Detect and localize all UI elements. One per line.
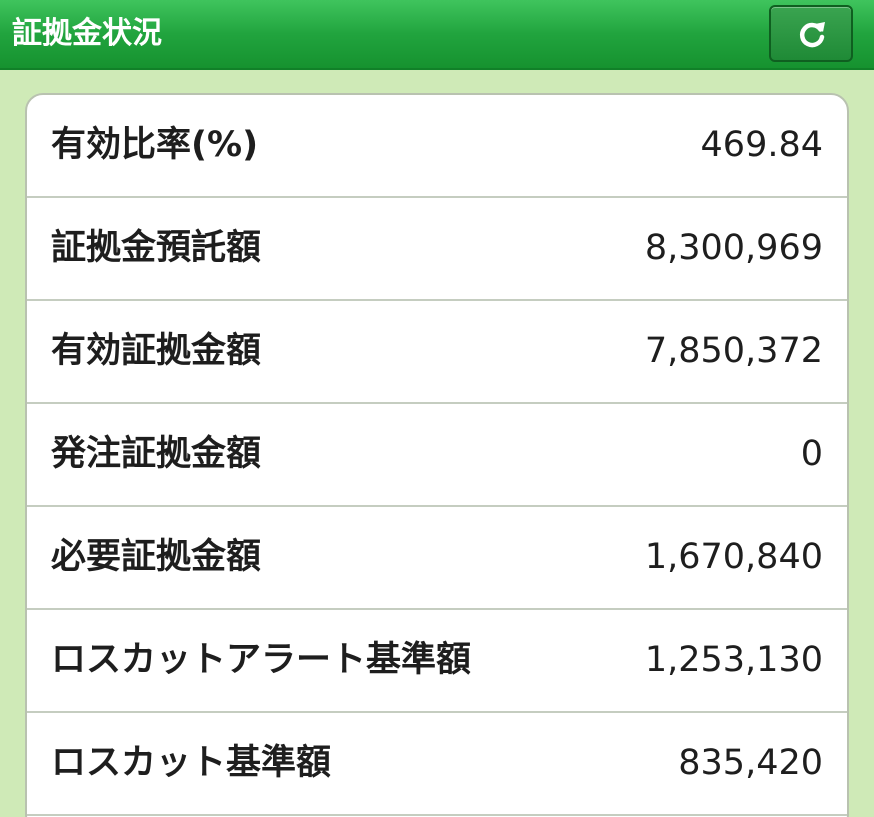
row-label: ロスカット基準額 <box>51 743 332 783</box>
row-label: 有効証拠金額 <box>51 331 262 371</box>
refresh-icon <box>799 22 825 48</box>
header-bar: 証拠金状況 <box>0 0 874 70</box>
page-title: 証拠金状況 <box>12 16 162 51</box>
row-value: 469.84 <box>700 125 823 165</box>
row-value: 8,300,969 <box>644 228 823 268</box>
row-losscut-alert: ロスカットアラート基準額 1,253,130 <box>27 610 847 713</box>
row-label: ロスカットアラート基準額 <box>51 640 472 680</box>
row-label: 証拠金預託額 <box>51 228 262 268</box>
row-order-margin: 発注証拠金額 0 <box>27 404 847 507</box>
row-value: 7,850,372 <box>644 331 823 371</box>
row-required-margin: 必要証拠金額 1,670,840 <box>27 507 847 610</box>
row-label: 必要証拠金額 <box>51 537 262 577</box>
row-value: 0 <box>800 434 823 474</box>
row-value: 835,420 <box>678 743 823 783</box>
row-effective-ratio: 有効比率(%) 469.84 <box>27 95 847 198</box>
row-value: 1,670,840 <box>644 537 823 577</box>
refresh-button[interactable] <box>769 5 853 62</box>
row-margin-deposit: 証拠金預託額 8,300,969 <box>27 198 847 301</box>
margin-status-panel: 有効比率(%) 469.84 証拠金預託額 8,300,969 有効証拠金額 7… <box>25 93 849 817</box>
row-label: 発注証拠金額 <box>51 434 262 474</box>
row-effective-margin: 有効証拠金額 7,850,372 <box>27 301 847 404</box>
row-losscut-level: ロスカット基準額 835,420 <box>27 713 847 816</box>
row-value: 1,253,130 <box>644 640 823 680</box>
row-label: 有効比率(%) <box>51 125 259 165</box>
